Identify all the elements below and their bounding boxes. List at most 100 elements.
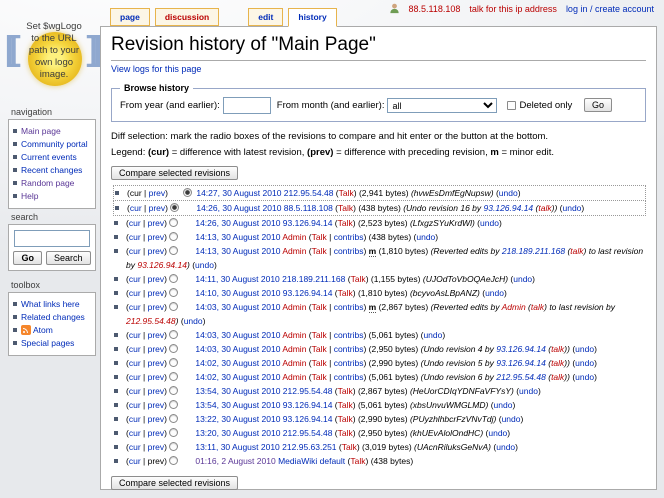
- revision-user-link[interactable]: 212.95.63.251: [282, 442, 336, 452]
- sidebar-item-recent-changes[interactable]: Recent changes: [12, 165, 93, 176]
- revision-radio-oldid[interactable]: [169, 232, 178, 241]
- revision-radio-oldid[interactable]: [169, 386, 178, 395]
- revision-radio-oldid[interactable]: [169, 288, 178, 297]
- compare-selected-revisions-button-bottom[interactable]: Compare selected revisions: [111, 476, 238, 490]
- search-input[interactable]: [14, 230, 90, 247]
- talk-link[interactable]: Talk: [342, 442, 357, 452]
- revision-date-link[interactable]: 14:02, 30 August 2010: [195, 358, 280, 368]
- talk-link[interactable]: Talk: [338, 218, 353, 228]
- sidebar-item-community-portal[interactable]: Community portal: [12, 139, 93, 150]
- tab-history[interactable]: history: [288, 8, 336, 27]
- prev-link[interactable]: prev: [148, 400, 165, 410]
- revision-user-link[interactable]: 93.126.94.14: [283, 414, 333, 424]
- undo-link[interactable]: undo: [499, 188, 518, 198]
- cur-link[interactable]: cur: [129, 400, 141, 410]
- summary-user-link[interactable]: 212.95.54.48: [496, 372, 546, 382]
- summary-user-link[interactable]: 93.126.94.14: [496, 344, 546, 354]
- summary-user-link[interactable]: 93.126.94.14: [496, 358, 546, 368]
- summary-talk-link[interactable]: 93.126.94.14: [137, 260, 187, 270]
- revision-radio-oldid[interactable]: [169, 330, 178, 339]
- sidebar-item-help[interactable]: Help: [12, 191, 93, 202]
- revision-user-link[interactable]: Admin: [282, 372, 306, 382]
- revision-date-link[interactable]: 13:54, 30 August 2010: [195, 400, 280, 410]
- revision-radio-oldid[interactable]: [169, 400, 178, 409]
- revision-date-link[interactable]: 14:03, 30 August 2010: [195, 330, 280, 340]
- revision-radio-oldid[interactable]: [169, 218, 178, 227]
- prev-link[interactable]: prev: [149, 203, 166, 213]
- revision-user-link[interactable]: Admin: [282, 358, 306, 368]
- talk-link[interactable]: Talk: [312, 330, 327, 340]
- revision-user-link[interactable]: 212.95.54.48: [283, 386, 333, 396]
- revision-date-link[interactable]: 14:03, 30 August 2010: [195, 302, 280, 312]
- cur-link[interactable]: cur: [129, 386, 141, 396]
- sidebar-link[interactable]: Community portal: [21, 139, 88, 149]
- prev-link[interactable]: prev: [148, 358, 165, 368]
- revision-radio-oldid[interactable]: [169, 456, 178, 465]
- prev-link[interactable]: prev: [148, 302, 165, 312]
- search-go-button[interactable]: Go: [13, 251, 42, 265]
- revision-user-link[interactable]: 93.126.94.14: [283, 218, 333, 228]
- sidebar-link[interactable]: Help: [21, 191, 38, 201]
- tab-edit[interactable]: edit: [248, 8, 283, 26]
- cur-link[interactable]: cur: [129, 442, 141, 452]
- tab-discussion[interactable]: discussion: [155, 8, 219, 26]
- sidebar-item-main-page[interactable]: Main page: [12, 126, 93, 137]
- revision-radio-oldid[interactable]: [169, 246, 178, 255]
- compare-selected-revisions-button-top[interactable]: Compare selected revisions: [111, 166, 238, 180]
- talk-link[interactable]: Talk: [338, 288, 353, 298]
- sidebar-link[interactable]: Current events: [21, 152, 77, 162]
- revision-date-link[interactable]: 14:11, 30 August 2010: [195, 274, 279, 284]
- talk-link[interactable]: Talk: [350, 456, 365, 466]
- prev-link[interactable]: prev: [148, 442, 165, 452]
- revision-user-link[interactable]: 93.126.94.14: [283, 288, 333, 298]
- undo-link[interactable]: undo: [575, 372, 594, 382]
- revision-user-link[interactable]: Admin: [282, 232, 306, 242]
- summary-talk-link[interactable]: talk: [551, 372, 564, 382]
- summary-talk-link[interactable]: Admin: [502, 302, 526, 312]
- tab-page[interactable]: page: [110, 8, 150, 26]
- revision-date-link[interactable]: 14:10, 30 August 2010: [195, 288, 280, 298]
- revision-date-link[interactable]: 13:11, 30 August 2010: [195, 442, 279, 452]
- prev-link[interactable]: prev: [148, 246, 165, 256]
- revision-radio-oldid[interactable]: [170, 203, 179, 212]
- revision-radio-oldid[interactable]: [169, 372, 178, 381]
- sidebar-link[interactable]: Recent changes: [21, 165, 82, 175]
- undo-link[interactable]: undo: [519, 386, 538, 396]
- revision-radio-diff[interactable]: [183, 188, 192, 197]
- cur-link[interactable]: cur: [129, 246, 141, 256]
- revision-date-link[interactable]: 14:27, 30 August 2010: [196, 188, 281, 198]
- undo-link[interactable]: undo: [416, 232, 435, 242]
- talk-link[interactable]: Talk: [312, 358, 327, 368]
- undo-link[interactable]: undo: [575, 344, 594, 354]
- summary-user-link[interactable]: 218.189.211.168: [502, 246, 565, 256]
- talk-link[interactable]: Talk: [338, 428, 353, 438]
- sidebar-item-related-changes[interactable]: Related changes: [12, 312, 93, 323]
- revision-date-link[interactable]: 13:54, 30 August 2010: [195, 386, 280, 396]
- revision-user-link[interactable]: Admin: [282, 330, 306, 340]
- revision-date-link[interactable]: 14:02, 30 August 2010: [195, 372, 280, 382]
- undo-link[interactable]: undo: [423, 330, 442, 340]
- revision-radio-oldid[interactable]: [169, 274, 178, 283]
- summary-talk-link[interactable]: talk: [551, 344, 564, 354]
- talk-link[interactable]: Talk: [338, 386, 353, 396]
- sidebar-link[interactable]: Special pages: [21, 338, 74, 348]
- sidebar-item-what-links-here[interactable]: What links here: [12, 299, 93, 310]
- talk-link[interactable]: Talk: [312, 344, 327, 354]
- undo-link[interactable]: undo: [494, 400, 513, 410]
- prev-link[interactable]: prev: [149, 188, 166, 198]
- from-month-select[interactable]: all: [387, 98, 497, 113]
- undo-link[interactable]: undo: [502, 414, 521, 424]
- sidebar-link[interactable]: Main page: [21, 126, 61, 136]
- contribs-link[interactable]: contribs: [334, 372, 364, 382]
- prev-link[interactable]: prev: [148, 288, 165, 298]
- cur-link[interactable]: cur: [129, 218, 141, 228]
- undo-link[interactable]: undo: [184, 316, 203, 326]
- revision-date-link[interactable]: 14:13, 30 August 2010: [195, 246, 280, 256]
- sidebar-item-special-pages[interactable]: Special pages: [12, 338, 93, 349]
- sidebar-link[interactable]: Random page: [21, 178, 74, 188]
- revision-user-link[interactable]: Admin: [282, 246, 306, 256]
- talk-link[interactable]: Talk: [312, 246, 327, 256]
- cur-link[interactable]: cur: [129, 330, 141, 340]
- search-button[interactable]: Search: [46, 251, 91, 265]
- summary-user-link[interactable]: 93.126.94.14: [484, 203, 534, 213]
